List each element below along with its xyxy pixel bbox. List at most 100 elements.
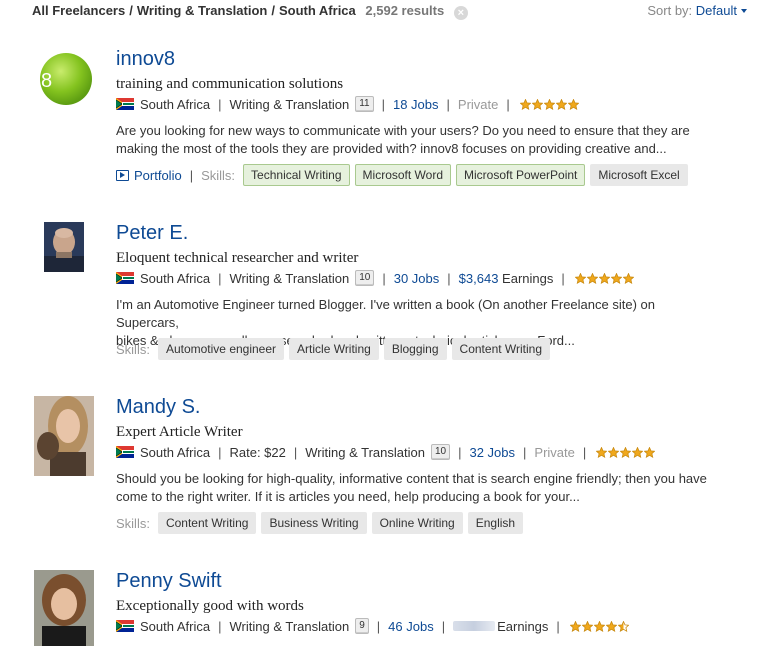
star-icon — [567, 98, 579, 110]
redacted-earnings — [453, 621, 496, 631]
skill-tag[interactable]: Business Writing — [261, 512, 367, 534]
earnings-label: Earnings — [502, 270, 554, 286]
rating-stars — [519, 98, 580, 110]
breadcrumb-all-freelancers[interactable]: All Freelancers — [32, 3, 125, 18]
rating-stars — [574, 272, 635, 284]
star-icon — [596, 446, 608, 458]
skills-label: Skills: — [116, 341, 150, 357]
skill-tag[interactable]: Microsoft Excel — [590, 164, 688, 186]
star-icon — [598, 272, 610, 284]
jobs-link[interactable]: 46 Jobs — [388, 619, 434, 634]
star-icon — [581, 620, 593, 632]
star-icon — [605, 620, 617, 632]
freelancer-name[interactable]: Peter E. — [116, 222, 188, 245]
star-icon — [617, 620, 629, 632]
portfolio-label[interactable]: Portfolio — [134, 168, 182, 183]
star-icon — [574, 272, 586, 284]
south-africa-flag-icon — [116, 620, 134, 632]
skill-tag[interactable]: Content Writing — [157, 512, 257, 534]
results-header: All Freelancers / Writing & Translation / So… — [0, 0, 759, 24]
freelancer-name[interactable]: innov8 — [116, 48, 175, 71]
skills-row: Skills: Automotive engineer Article Writ… — [116, 338, 555, 360]
country: South Africa — [140, 444, 211, 460]
svg-text:8: 8 — [41, 70, 52, 92]
star-icon — [632, 446, 644, 458]
divider: | — [458, 444, 462, 460]
chevron-down-icon[interactable] — [741, 9, 747, 13]
avatar[interactable]: 8 — [38, 51, 94, 107]
earnings-label: Earnings — [497, 618, 549, 634]
jobs-link[interactable]: 30 Jobs — [394, 271, 440, 286]
freelancer-meta: South Africa | Writing & Translation 10 … — [116, 270, 635, 286]
star-icon — [586, 272, 598, 284]
innov8-logo: 8 — [40, 53, 92, 105]
country: South Africa — [140, 96, 211, 112]
divider: | — [582, 444, 587, 460]
star-icon — [610, 272, 622, 284]
star-icon — [519, 98, 531, 110]
freelancer-name[interactable]: Penny Swift — [116, 570, 222, 593]
country: South Africa — [140, 270, 211, 286]
description-line: making the most of the tools they are pr… — [116, 141, 667, 156]
skill-tag[interactable]: Blogging — [383, 338, 447, 360]
category-count-badge: 9 — [355, 618, 369, 634]
skills-row: Skills: Content Writing Business Writing… — [116, 512, 528, 534]
avatar[interactable] — [34, 570, 94, 646]
divider: | — [381, 96, 385, 112]
divider: | — [376, 618, 381, 634]
rating-stars — [569, 620, 630, 632]
breadcrumb-separator: / — [271, 3, 275, 18]
rating-stars — [596, 446, 656, 458]
portfolio-link[interactable]: Portfolio — [116, 168, 182, 183]
skill-tag[interactable]: Content Writing — [451, 338, 551, 360]
skill-tag[interactable]: Technical Writing — [243, 164, 350, 186]
skills-label: Skills: — [201, 167, 236, 183]
category: Writing & Translation — [229, 618, 350, 634]
divider: | — [218, 270, 222, 286]
south-africa-flag-icon — [116, 446, 134, 458]
freelancer-description: Are you looking for new ways to communic… — [116, 122, 716, 158]
skill-tag[interactable]: Online Writing — [371, 512, 463, 534]
description-line: I'm an Automotive Engineer turned Blogge… — [116, 297, 655, 330]
category: Writing & Translation — [229, 270, 350, 286]
category: Writing & Translation — [305, 444, 425, 460]
jobs-link[interactable]: 32 Jobs — [469, 445, 515, 460]
profile-photo — [34, 396, 94, 476]
avatar[interactable] — [34, 396, 94, 476]
earnings-status: Private — [534, 444, 575, 460]
divider: | — [382, 270, 386, 286]
skill-tag[interactable]: Automotive engineer — [157, 338, 285, 360]
earnings-amount[interactable]: $3,643 — [459, 271, 499, 286]
sort-value[interactable]: Default — [696, 3, 737, 18]
freelancer-tagline: Expert Article Writer — [116, 424, 243, 440]
sort-control: Sort by: Default — [647, 3, 747, 18]
skill-tag[interactable]: English — [467, 512, 524, 534]
profile-photo — [34, 570, 94, 646]
freelancer-name[interactable]: Mandy S. — [116, 396, 200, 419]
breadcrumb-country[interactable]: South Africa — [279, 3, 356, 18]
category: Writing & Translation — [229, 96, 350, 112]
earnings-status: Private — [457, 96, 499, 112]
star-icon — [531, 98, 543, 110]
freelancer-meta: South Africa | Writing & Translation 11 … — [116, 96, 580, 112]
clear-filter-icon[interactable]: × — [453, 6, 468, 20]
star-icon — [593, 620, 605, 632]
star-icon — [620, 446, 632, 458]
divider: | — [189, 167, 194, 183]
sort-dropdown[interactable]: Default — [696, 3, 747, 18]
results-count: 2,592 results — [365, 3, 445, 18]
divider: | — [293, 444, 298, 460]
skill-tag[interactable]: Microsoft Word — [354, 164, 451, 186]
avatar[interactable] — [44, 222, 84, 272]
divider: | — [523, 444, 527, 460]
skill-tag[interactable]: Article Writing — [289, 338, 379, 360]
skill-tag[interactable]: Microsoft PowerPoint — [456, 164, 586, 186]
divider: | — [447, 270, 451, 286]
breadcrumb-category[interactable]: Writing & Translation — [137, 3, 268, 18]
skills-row: Portfolio | Skills: Technical Writing Mi… — [116, 164, 693, 186]
freelancer-tagline: Eloquent technical researcher and writer — [116, 250, 359, 266]
jobs-link[interactable]: 18 Jobs — [393, 97, 439, 112]
divider: | — [218, 444, 222, 460]
category-count-badge: 10 — [430, 444, 451, 460]
description-line: Are you looking for new ways to communic… — [116, 123, 690, 138]
